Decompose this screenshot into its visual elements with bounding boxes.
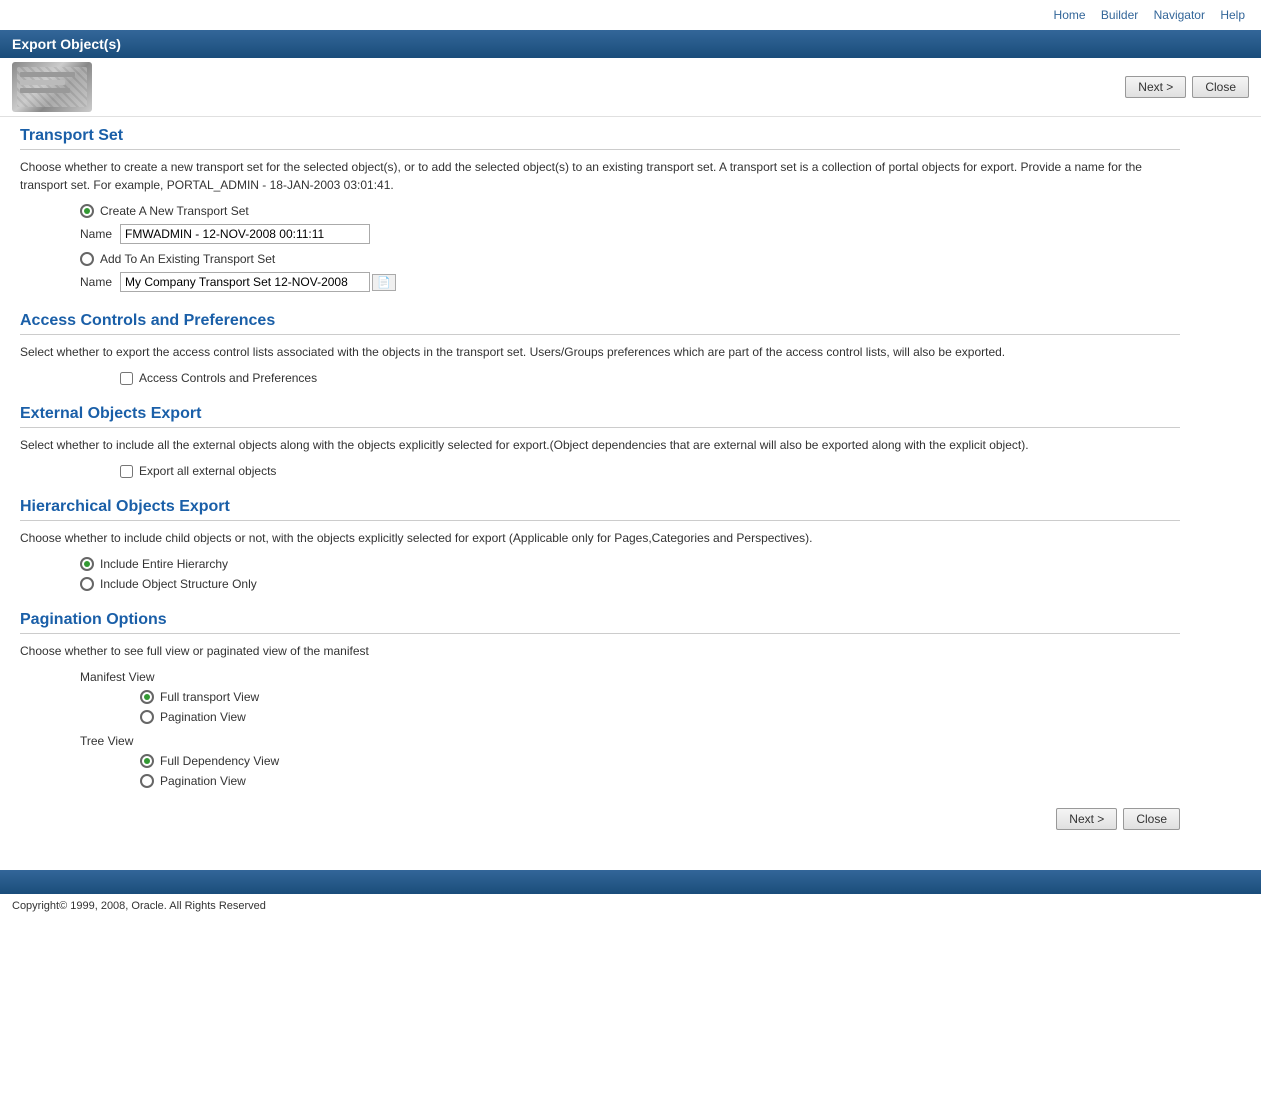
footer-bar <box>0 870 1261 894</box>
include-entire-radio-icon <box>80 557 94 571</box>
include-entire-label: Include Entire Hierarchy <box>100 557 228 571</box>
footer-copyright: Copyright© 1999, 2008, Oracle. All Right… <box>0 894 1261 918</box>
add-existing-radio-icon <box>80 252 94 266</box>
pagination-desc: Choose whether to see full view or pagin… <box>20 642 1180 660</box>
full-transport-label: Full transport View <box>160 690 259 704</box>
include-structure-radio-icon <box>80 577 94 591</box>
transport-set-title: Transport Set <box>20 127 1180 150</box>
pagination-tree-radio-icon <box>140 774 154 788</box>
pagination-manifest-label: Pagination View <box>160 710 246 724</box>
transport-set-section: Transport Set Choose whether to create a… <box>20 127 1180 292</box>
builder-link[interactable]: Builder <box>1101 8 1138 22</box>
main-content: Transport Set Choose whether to create a… <box>0 117 1200 850</box>
external-objects-section: External Objects Export Select whether t… <box>20 405 1180 478</box>
full-dependency-radio-icon <box>140 754 154 768</box>
create-new-label: Create A New Transport Set <box>100 204 249 218</box>
pagination-manifest-radio-icon <box>140 710 154 724</box>
tree-view-options: Full Dependency View Pagination View <box>20 754 1180 788</box>
hierarchical-desc: Choose whether to include child objects … <box>20 529 1180 547</box>
access-controls-checkbox[interactable] <box>120 372 133 385</box>
full-dependency-label: Full Dependency View <box>160 754 279 768</box>
top-toolbar: Next > Close <box>1125 76 1249 98</box>
new-name-label: Name <box>80 227 112 241</box>
transport-set-desc: Choose whether to create a new transport… <box>20 158 1180 194</box>
existing-name-row: Name 📄 <box>20 272 1180 292</box>
access-controls-checkbox-row: Access Controls and Preferences <box>20 371 1180 385</box>
logo <box>12 62 92 112</box>
pagination-tree-label: Pagination View <box>160 774 246 788</box>
external-objects-checkbox-label: Export all external objects <box>139 464 276 478</box>
include-structure-row: Include Object Structure Only <box>20 577 1180 591</box>
access-controls-desc: Select whether to export the access cont… <box>20 343 1180 361</box>
page-title: Export Object(s) <box>12 36 121 52</box>
full-transport-radio-icon <box>140 690 154 704</box>
include-entire-row: Include Entire Hierarchy <box>20 557 1180 571</box>
home-link[interactable]: Home <box>1054 8 1086 22</box>
bottom-toolbar: Next > Close <box>20 808 1180 830</box>
next-button-top[interactable]: Next > <box>1125 76 1186 98</box>
top-navigation: Home Builder Navigator Help <box>0 0 1261 30</box>
external-objects-checkbox[interactable] <box>120 465 133 478</box>
access-controls-section: Access Controls and Preferences Select w… <box>20 312 1180 385</box>
new-name-row: Name <box>20 224 1180 244</box>
existing-name-input[interactable] <box>120 272 370 292</box>
navigator-link[interactable]: Navigator <box>1154 8 1205 22</box>
external-objects-desc: Select whether to include all the extern… <box>20 436 1180 454</box>
access-controls-checkbox-label: Access Controls and Preferences <box>139 371 317 385</box>
full-dependency-row: Full Dependency View <box>140 754 1180 768</box>
access-controls-title: Access Controls and Preferences <box>20 312 1180 335</box>
close-button-bottom[interactable]: Close <box>1123 808 1180 830</box>
next-button-bottom[interactable]: Next > <box>1056 808 1117 830</box>
existing-name-label: Name <box>80 275 112 289</box>
external-objects-title: External Objects Export <box>20 405 1180 428</box>
manifest-view-options: Full transport View Pagination View <box>20 690 1180 724</box>
manifest-view-label: Manifest View <box>20 670 1180 684</box>
create-new-row: Create A New Transport Set <box>20 204 1180 218</box>
add-existing-label: Add To An Existing Transport Set <box>100 252 275 266</box>
browse-button[interactable]: 📄 <box>372 274 396 291</box>
create-new-radio-icon <box>80 204 94 218</box>
external-objects-checkbox-row: Export all external objects <box>20 464 1180 478</box>
full-transport-row: Full transport View <box>140 690 1180 704</box>
include-structure-label: Include Object Structure Only <box>100 577 257 591</box>
add-existing-row: Add To An Existing Transport Set <box>20 252 1180 266</box>
hierarchical-section: Hierarchical Objects Export Choose wheth… <box>20 498 1180 591</box>
new-name-input[interactable] <box>120 224 370 244</box>
pagination-tree-row: Pagination View <box>140 774 1180 788</box>
hierarchical-title: Hierarchical Objects Export <box>20 498 1180 521</box>
close-button-top[interactable]: Close <box>1192 76 1249 98</box>
pagination-manifest-row: Pagination View <box>140 710 1180 724</box>
help-link[interactable]: Help <box>1220 8 1245 22</box>
tree-view-label: Tree View <box>20 734 1180 748</box>
pagination-section: Pagination Options Choose whether to see… <box>20 611 1180 788</box>
header-bar: Export Object(s) <box>0 30 1261 58</box>
pagination-title: Pagination Options <box>20 611 1180 634</box>
